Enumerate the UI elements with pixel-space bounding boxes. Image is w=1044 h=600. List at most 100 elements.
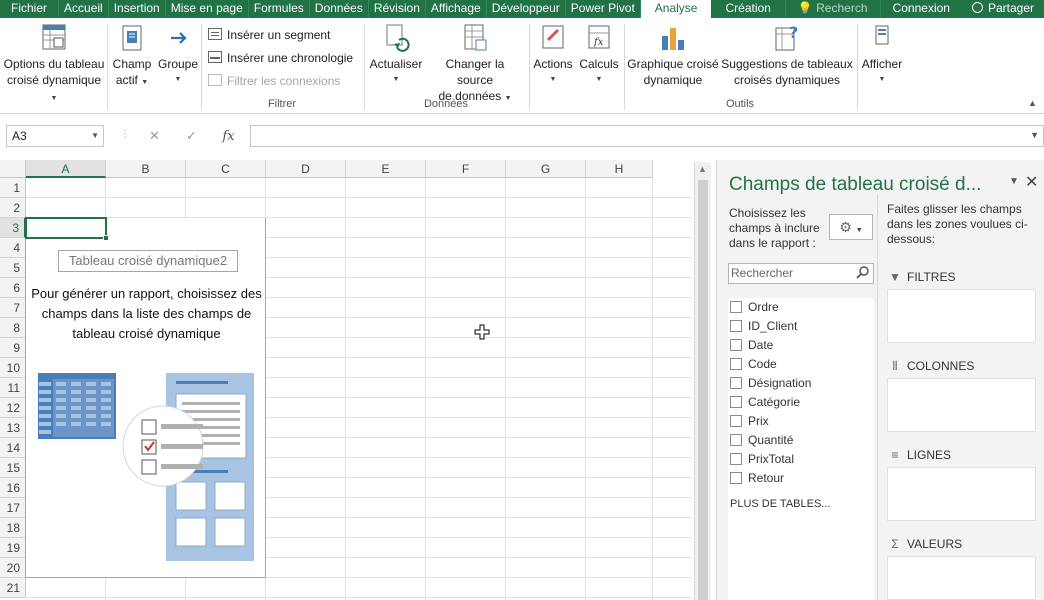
- vertical-scrollbar[interactable]: ▲: [694, 162, 711, 600]
- field-item[interactable]: Retour: [730, 469, 784, 488]
- tab-design[interactable]: Création: [711, 0, 786, 18]
- field-list-settings-button[interactable]: ⚙ ▼: [829, 214, 873, 240]
- filter-connections-button[interactable]: Filtrer les connexions: [208, 73, 340, 89]
- column-header-h[interactable]: H: [586, 160, 653, 178]
- column-header-a[interactable]: A: [26, 160, 106, 178]
- field-checkbox[interactable]: [730, 453, 742, 465]
- field-checkbox[interactable]: [730, 320, 742, 332]
- filters-drop-zone[interactable]: [887, 289, 1036, 343]
- row-header-5[interactable]: 5: [0, 258, 26, 278]
- row-header-15[interactable]: 15: [0, 458, 26, 478]
- row-header-12[interactable]: 12: [0, 398, 26, 418]
- field-checkbox[interactable]: [730, 339, 742, 351]
- row-header-3[interactable]: 3: [0, 218, 26, 238]
- active-field-button[interactable]: Champ actif ▼: [110, 22, 154, 91]
- tab-home[interactable]: Accueil: [59, 0, 109, 18]
- insert-function-icon[interactable]: fx: [210, 129, 247, 144]
- tab-power-pivot[interactable]: Power Pivot: [566, 0, 641, 18]
- row-header-18[interactable]: 18: [0, 518, 26, 538]
- field-checkbox[interactable]: [730, 415, 742, 427]
- worksheet-grid[interactable]: ABCDEFGH 1 2 3 4 5 6 7 8 9 10 11 12 13 14 15 16 17 18 19 20…: [0, 160, 692, 600]
- row-header-6[interactable]: 6: [0, 278, 26, 298]
- tab-file[interactable]: Fichier: [0, 0, 60, 18]
- field-checkbox[interactable]: [730, 396, 742, 408]
- row-header-21[interactable]: 21: [0, 578, 26, 598]
- row-header-14[interactable]: 14: [0, 438, 26, 458]
- scrollbar-thumb[interactable]: [698, 180, 708, 600]
- sign-in-link[interactable]: Connexion: [881, 0, 962, 18]
- values-drop-zone[interactable]: [887, 556, 1036, 600]
- pivot-table-placeholder[interactable]: Tableau croisé dynamique2 Pour générer u…: [25, 218, 266, 578]
- pivot-options-button[interactable]: Options du tableau croisé dynamique ▼: [2, 22, 106, 107]
- active-cell-a3[interactable]: [25, 217, 109, 241]
- field-item[interactable]: PrixTotal: [730, 450, 794, 469]
- field-item[interactable]: Catégorie: [730, 393, 800, 412]
- column-header-c[interactable]: C: [186, 160, 266, 178]
- tab-view[interactable]: Affichage: [426, 0, 487, 18]
- field-item[interactable]: Prix: [730, 412, 769, 431]
- select-all-corner[interactable]: [0, 160, 26, 178]
- tab-page-layout[interactable]: Mise en page: [166, 0, 249, 18]
- expand-formula-icon[interactable]: ▼: [1030, 130, 1039, 140]
- formula-input[interactable]: ▼: [250, 125, 1044, 147]
- tab-formulas[interactable]: Formules: [249, 0, 310, 18]
- change-data-source-button[interactable]: Changer la source de données ▼: [426, 22, 524, 107]
- field-checkbox[interactable]: [730, 377, 742, 389]
- row-header-16[interactable]: 16: [0, 478, 26, 498]
- tab-review[interactable]: Révision: [369, 0, 426, 18]
- row-header-7[interactable]: 7: [0, 298, 26, 318]
- column-header-d[interactable]: D: [266, 160, 346, 178]
- name-box[interactable]: A3 ▼: [6, 125, 104, 147]
- fill-handle[interactable]: [103, 235, 109, 241]
- insert-timeline-button[interactable]: Insérer une chronologie: [208, 50, 353, 66]
- tab-insert[interactable]: Insertion: [109, 0, 166, 18]
- refresh-button[interactable]: Actualiser ▼: [366, 22, 426, 88]
- column-header-e[interactable]: E: [346, 160, 426, 178]
- columns-drop-zone[interactable]: [887, 378, 1036, 432]
- cancel-icon[interactable]: ✕: [136, 128, 173, 144]
- close-icon[interactable]: ✕: [1025, 172, 1038, 192]
- field-item[interactable]: Quantité: [730, 431, 793, 450]
- insert-slicer-button[interactable]: Insérer un segment: [208, 27, 330, 43]
- row-header-17[interactable]: 17: [0, 498, 26, 518]
- row-header-19[interactable]: 19: [0, 538, 26, 558]
- group-button[interactable]: Groupe ▼: [156, 22, 200, 88]
- column-header-b[interactable]: B: [106, 160, 186, 178]
- row-header-11[interactable]: 11: [0, 378, 26, 398]
- column-header-f[interactable]: F: [426, 160, 506, 178]
- rows-drop-zone[interactable]: [887, 467, 1036, 521]
- row-header-13[interactable]: 13: [0, 418, 26, 438]
- calculations-button[interactable]: fx Calculs ▼: [576, 22, 622, 88]
- row-header-9[interactable]: 9: [0, 338, 26, 358]
- row-header-10[interactable]: 10: [0, 358, 26, 378]
- tell-me-search[interactable]: 💡 Recherch: [786, 0, 881, 18]
- column-header-g[interactable]: G: [506, 160, 586, 178]
- field-item[interactable]: Date: [730, 336, 773, 355]
- field-checkbox[interactable]: [730, 358, 742, 370]
- field-checkbox[interactable]: [730, 472, 742, 484]
- field-item[interactable]: Désignation: [730, 374, 811, 393]
- row-header-20[interactable]: 20: [0, 558, 26, 578]
- tab-analyze[interactable]: Analyse: [640, 0, 712, 18]
- field-checkbox[interactable]: [730, 301, 742, 313]
- pane-options-icon[interactable]: ▼: [1009, 176, 1019, 187]
- more-tables-link[interactable]: PLUS DE TABLES...: [730, 498, 830, 510]
- actions-button[interactable]: Actions ▼: [530, 22, 576, 88]
- row-header-4[interactable]: 4: [0, 238, 26, 258]
- tab-data[interactable]: Données: [310, 0, 369, 18]
- share-button[interactable]: Partager: [962, 0, 1044, 18]
- field-item[interactable]: Code: [730, 355, 777, 374]
- recommended-pivots-button[interactable]: ? Suggestions de tableaux croisés dynami…: [720, 22, 854, 88]
- collapse-ribbon-icon[interactable]: ▲: [1028, 98, 1037, 108]
- tab-developer[interactable]: Développeur: [487, 0, 566, 18]
- row-header-2[interactable]: 2: [0, 198, 26, 218]
- pivot-chart-button[interactable]: Graphique croisé dynamique: [626, 22, 720, 88]
- field-item[interactable]: Ordre: [730, 298, 779, 317]
- scroll-up-icon[interactable]: ▲: [698, 164, 707, 174]
- chevron-down-icon[interactable]: ▼: [91, 126, 99, 146]
- show-button[interactable]: Afficher ▼: [858, 22, 906, 88]
- field-search-input[interactable]: Rechercher: [728, 263, 874, 284]
- field-item[interactable]: ID_Client: [730, 317, 797, 336]
- field-checkbox[interactable]: [730, 434, 742, 446]
- enter-icon[interactable]: ✓: [173, 128, 210, 144]
